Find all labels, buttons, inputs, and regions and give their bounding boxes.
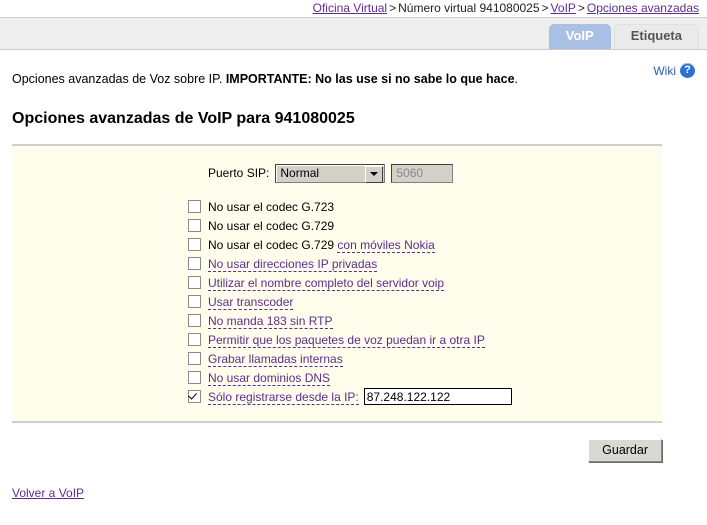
checkbox-no-codec-g729-nokia[interactable] [188,238,201,251]
breadcrumb-separator-2: > [541,1,549,15]
checkbox-row-no-ip-privadas: No usar direcciones IP privadas [188,255,662,272]
breadcrumb-separator-3: > [577,1,585,15]
checkbox-label-nombre-completo-servidor: Utilizar el nombre completo del servidor… [208,275,445,291]
checkbox-label-paquetes-otra-ip: Permitir que los paquetes de voz puedan … [208,332,485,348]
label-tooltip-solo-registrarse-ip[interactable]: Sólo registrarse desde la IP: [208,389,359,405]
checkbox-label-no-codec-g729-nokia: No usar el codec G.729 con móviles Nokia [208,237,435,253]
checkbox-no-ip-privadas[interactable] [188,257,201,270]
sip-port-label: Puerto SIP: [208,166,270,180]
header-band: VoIP Etiqueta [0,17,707,50]
breadcrumb-item-numero-virtual: Número virtual 941080025 [398,1,540,15]
breadcrumb-item-oficina-virtual[interactable]: Oficina Virtual [313,1,387,15]
checkbox-row-usar-transcoder: Usar transcoder [188,293,662,310]
intro-text: Opciones avanzadas de Voz sobre IP. IMPO… [12,72,707,86]
checkbox-label-no-ip-privadas: No usar direcciones IP privadas [208,256,378,272]
label-tooltip-no-manda-183[interactable]: No manda 183 sin RTP [208,313,333,329]
checkbox-row-no-codec-g729-nokia: No usar el codec G.729 con móviles Nokia [188,236,662,253]
breadcrumb-item-voip[interactable]: VoIP [551,1,576,15]
checkbox-label-no-manda-183: No manda 183 sin RTP [208,313,333,329]
checkbox-row-solo-registrarse-ip: Sólo registrarse desde la IP: [188,388,662,405]
tab-etiqueta[interactable]: Etiqueta [613,24,699,49]
checkbox-paquetes-otra-ip[interactable] [188,333,201,346]
footer: Volver a VoIP [12,486,707,500]
label-tooltip-paquetes-otra-ip[interactable]: Permitir que los paquetes de voz puedan … [208,332,485,348]
checkbox-no-codec-g729[interactable] [188,219,201,232]
checkbox-list: No usar el codec G.723 No usar el codec … [188,198,662,405]
sip-port-number-input[interactable] [391,163,454,183]
checkbox-solo-registrarse-ip[interactable] [188,390,201,403]
checkbox-row-paquetes-otra-ip: Permitir que los paquetes de voz puedan … [188,331,662,348]
page-title: Opciones avanzadas de VoIP para 94108002… [12,110,355,127]
breadcrumb-separator-1: > [389,1,397,15]
checkbox-no-manda-183[interactable] [188,314,201,327]
label-tooltip-con-moviles-nokia[interactable]: con móviles Nokia [337,237,435,253]
intro-description: Opciones avanzadas de Voz sobre IP. [12,72,223,86]
label-tooltip-no-dominios-dns[interactable]: No usar dominios DNS [208,370,331,386]
back-to-voip-link[interactable]: Volver a VoIP [12,486,84,500]
options-panel: Puerto SIP: Normal No usar el codec G.72… [12,144,662,423]
tab-bar: VoIP Etiqueta [548,24,699,49]
checkbox-label-usar-transcoder: Usar transcoder [208,294,294,310]
intro-period: . [514,72,519,86]
checkbox-row-no-dominios-dns: No usar dominios DNS [188,369,662,386]
label-prefix-no-codec-g729-nokia: No usar el codec G.729 [208,237,338,252]
checkbox-label-grabar-llamadas-internas: Grabar llamadas internas [208,351,343,367]
save-button[interactable]: Guardar [588,439,662,462]
label-tooltip-no-ip-privadas[interactable]: No usar direcciones IP privadas [208,256,378,272]
checkbox-nombre-completo-servidor[interactable] [188,276,201,289]
sip-port-select-value: Normal [280,166,320,180]
intro-warning: IMPORTANTE: No las use si no sabe lo que… [225,72,515,86]
breadcrumb: Oficina Virtual > Número virtual 941080025… [0,0,707,17]
checkbox-no-dominios-dns[interactable] [188,371,201,384]
checkbox-label-solo-registrarse-ip: Sólo registrarse desde la IP: [208,389,359,405]
help-circle-icon[interactable]: ? [680,63,695,78]
save-row: Guardar [0,439,662,462]
chevron-down-icon[interactable] [365,165,384,183]
checkbox-label-no-codec-g723: No usar el codec G.723 [208,199,335,214]
sip-port-select[interactable]: Normal [275,163,386,183]
checkbox-row-no-codec-g729: No usar el codec G.729 [188,217,662,234]
checkbox-row-no-codec-g723: No usar el codec G.723 [188,198,662,215]
checkbox-row-no-manda-183: No manda 183 sin RTP [188,312,662,329]
checkbox-label-no-codec-g729: No usar el codec G.729 [208,218,335,233]
label-tooltip-usar-transcoder[interactable]: Usar transcoder [208,294,294,310]
sip-port-row: Puerto SIP: Normal [208,162,662,184]
breadcrumb-item-opciones-avanzadas[interactable]: Opciones avanzadas [587,1,699,15]
tab-voip[interactable]: VoIP [548,24,611,49]
checkbox-row-grabar-llamadas-internas: Grabar llamadas internas [188,350,662,367]
wiki-help: Wiki ? [653,63,695,78]
checkbox-row-nombre-completo-servidor: Utilizar el nombre completo del servidor… [188,274,662,291]
wiki-link[interactable]: Wiki [653,64,676,78]
checkbox-usar-transcoder[interactable] [188,295,201,308]
checkbox-no-codec-g723[interactable] [188,200,201,213]
checkbox-label-no-dominios-dns: No usar dominios DNS [208,370,331,386]
label-tooltip-nombre-completo-servidor[interactable]: Utilizar el nombre completo del servidor… [208,275,445,291]
label-tooltip-grabar-llamadas-internas[interactable]: Grabar llamadas internas [208,351,343,367]
checkbox-grabar-llamadas-internas[interactable] [188,352,201,365]
ip-address-input[interactable] [363,388,512,405]
